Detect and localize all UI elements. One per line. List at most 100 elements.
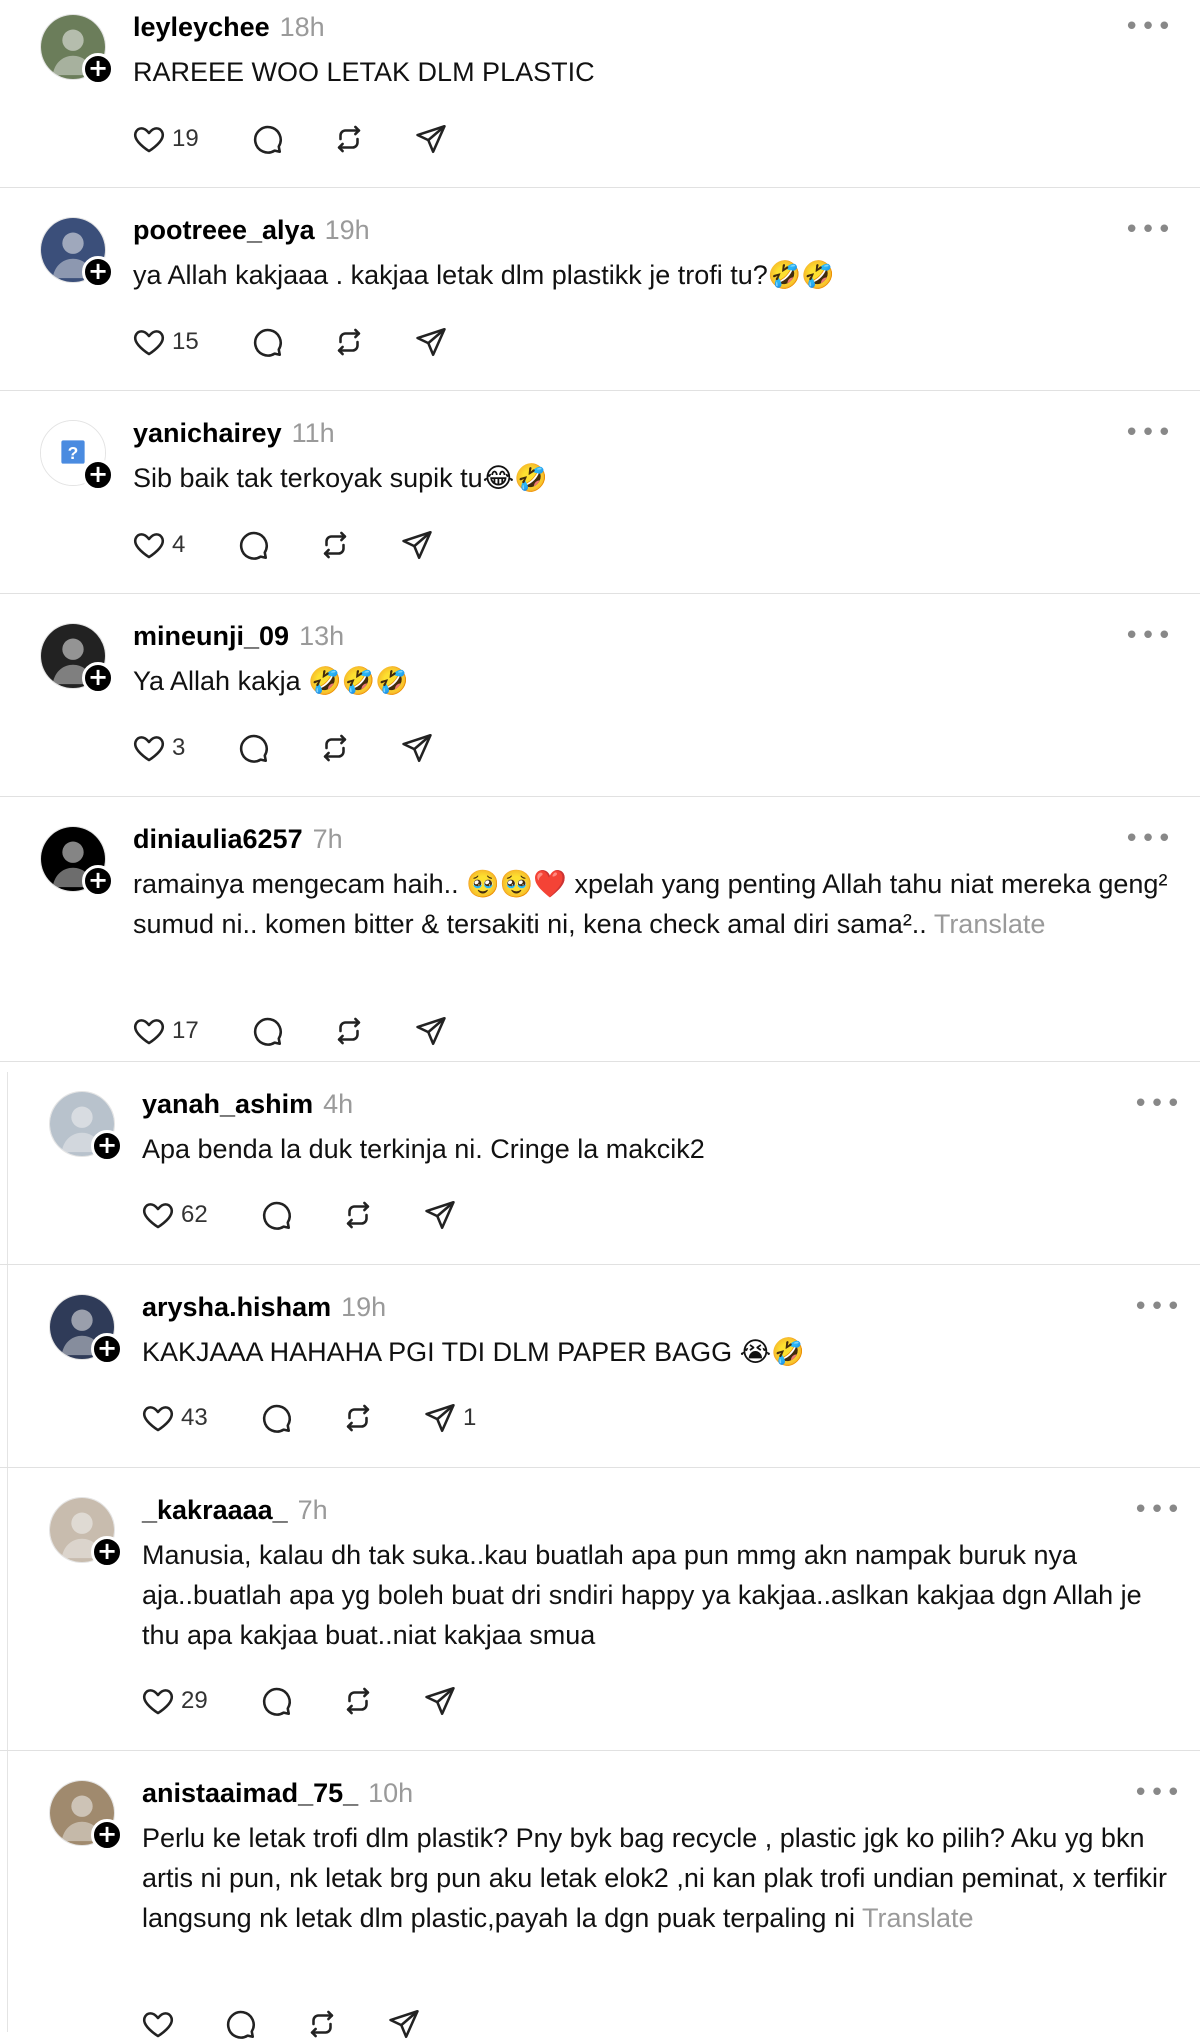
follow-plus-icon[interactable]: + — [82, 865, 114, 897]
repost-button[interactable] — [332, 322, 366, 362]
share-button[interactable] — [414, 322, 448, 362]
repost-button[interactable] — [332, 1011, 366, 1051]
share-button[interactable] — [423, 1681, 457, 1721]
reply-button[interactable] — [259, 1681, 293, 1721]
more-dots-icon[interactable]: ••• — [1124, 14, 1173, 40]
repost-button[interactable] — [341, 1195, 375, 1235]
more-dots-icon[interactable]: ••• — [1133, 1780, 1182, 1806]
username[interactable]: pootreee_alya — [133, 215, 315, 245]
repost-icon — [332, 325, 366, 359]
post-text: RAREEE WOO LETAK DLM PLASTIC — [133, 52, 1175, 92]
username-row: arysha.hisham 19h — [142, 1292, 386, 1323]
like-count: 15 — [172, 328, 199, 355]
repost-button[interactable] — [341, 1681, 375, 1721]
send-icon — [387, 2007, 421, 2041]
repost-icon — [332, 122, 366, 156]
more-dots-icon[interactable]: ••• — [1124, 826, 1173, 852]
follow-plus-icon[interactable]: + — [91, 1333, 123, 1365]
reply-button[interactable] — [259, 1398, 293, 1438]
username[interactable]: arysha.hisham — [142, 1292, 331, 1322]
like-button[interactable]: 3 — [132, 728, 185, 768]
post-divider — [0, 1061, 1200, 1062]
follow-plus-icon[interactable]: + — [82, 53, 114, 85]
follow-plus-icon[interactable]: + — [91, 1130, 123, 1162]
username[interactable]: yanah_ashim — [142, 1089, 313, 1119]
like-button[interactable]: 29 — [141, 1681, 208, 1721]
translate-link[interactable]: Translate — [934, 909, 1046, 939]
share-button[interactable] — [387, 2004, 421, 2044]
post-body: Sib baik tak terkoyak supik tu😂🤣 — [133, 463, 548, 493]
share-button[interactable] — [400, 728, 434, 768]
like-button[interactable]: 43 — [141, 1398, 208, 1438]
repost-button[interactable] — [341, 1398, 375, 1438]
share-count: 1 — [463, 1404, 477, 1431]
post-divider — [0, 1467, 1200, 1468]
username[interactable]: leyleychee — [133, 12, 270, 42]
follow-plus-icon[interactable]: + — [82, 256, 114, 288]
more-dots-icon[interactable]: ••• — [1124, 420, 1173, 446]
repost-icon — [341, 1401, 375, 1435]
post-text: Perlu ke letak trofi dlm plastik? Pny by… — [142, 1818, 1175, 1938]
svg-text:?: ? — [68, 443, 79, 463]
like-button[interactable]: 62 — [141, 1195, 208, 1235]
follow-plus-icon[interactable]: + — [82, 459, 114, 491]
reply-button[interactable] — [259, 1195, 293, 1235]
share-button[interactable] — [423, 1195, 457, 1235]
follow-plus-icon[interactable]: + — [91, 1819, 123, 1851]
like-count: 3 — [172, 734, 186, 761]
share-button[interactable] — [414, 1011, 448, 1051]
repost-icon — [341, 1198, 375, 1232]
more-dots-icon[interactable]: ••• — [1133, 1294, 1182, 1320]
post-divider — [0, 1750, 1200, 1751]
post-divider — [0, 593, 1200, 594]
reply-button[interactable] — [250, 322, 284, 362]
like-button[interactable]: 4 — [132, 525, 185, 565]
username[interactable]: _kakraaaa_ — [142, 1495, 288, 1525]
username[interactable]: mineunji_09 — [133, 621, 289, 651]
post-time: 13h — [299, 621, 345, 651]
share-button[interactable] — [400, 525, 434, 565]
username-row: anistaaimad_75_ 10h — [142, 1778, 413, 1809]
follow-plus-icon[interactable]: + — [82, 662, 114, 694]
post-time: 4h — [323, 1089, 354, 1119]
username-row: yanichairey 11h — [133, 418, 335, 449]
like-button[interactable]: 19 — [132, 119, 199, 159]
post-time: 19h — [324, 215, 370, 245]
username-row: pootreee_alya 19h — [133, 215, 370, 246]
repost-button[interactable] — [318, 728, 352, 768]
repost-button[interactable] — [332, 119, 366, 159]
like-button[interactable] — [141, 2004, 175, 2044]
repost-button[interactable] — [318, 525, 352, 565]
post-text: ya Allah kakjaaa . kakjaa letak dlm plas… — [133, 255, 1175, 295]
more-dots-icon[interactable]: ••• — [1133, 1497, 1182, 1523]
like-button[interactable]: 17 — [132, 1011, 199, 1051]
share-button[interactable]: 1 — [423, 1398, 476, 1438]
reply-button[interactable] — [223, 2004, 257, 2044]
post-text: Manusia, kalau dh tak suka..kau buatlah … — [142, 1535, 1175, 1655]
post-time: 18h — [279, 12, 325, 42]
reply-button[interactable] — [250, 1011, 284, 1051]
send-icon — [423, 1198, 457, 1232]
username[interactable]: diniaulia6257 — [133, 824, 303, 854]
more-dots-icon[interactable]: ••• — [1124, 217, 1173, 243]
follow-plus-icon[interactable]: + — [91, 1536, 123, 1568]
share-button[interactable] — [414, 119, 448, 159]
more-dots-icon[interactable]: ••• — [1124, 623, 1173, 649]
post-body: ya Allah kakjaaa . kakjaa letak dlm plas… — [133, 260, 836, 290]
reply-button[interactable] — [236, 525, 270, 565]
repost-button[interactable] — [305, 2004, 339, 2044]
thread-line — [7, 1072, 8, 2032]
heart-icon — [141, 2007, 175, 2041]
username[interactable]: anistaaimad_75_ — [142, 1778, 358, 1808]
send-icon — [414, 325, 448, 359]
send-icon — [400, 528, 434, 562]
more-dots-icon[interactable]: ••• — [1133, 1091, 1182, 1117]
post-time: 7h — [297, 1495, 328, 1525]
username[interactable]: yanichairey — [133, 418, 282, 448]
comment-icon — [250, 122, 284, 156]
like-button[interactable]: 15 — [132, 322, 199, 362]
reply-button[interactable] — [250, 119, 284, 159]
translate-link[interactable]: Translate — [862, 1903, 974, 1933]
repost-icon — [305, 2007, 339, 2041]
reply-button[interactable] — [236, 728, 270, 768]
